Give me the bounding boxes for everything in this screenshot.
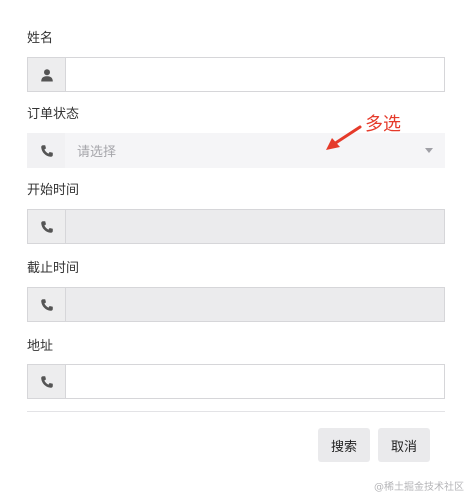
user-icon <box>27 57 65 92</box>
search-button[interactable]: 搜索 <box>318 428 370 462</box>
watermark: @稀土掘金技术社区 <box>374 482 464 493</box>
end-time-group <box>27 287 445 322</box>
phone-icon <box>27 209 65 244</box>
name-input-group <box>27 57 445 92</box>
start-time-label: 开始时间 <box>27 183 80 198</box>
name-label: 姓名 <box>27 31 54 46</box>
address-label: 地址 <box>27 339 54 354</box>
start-time-input[interactable] <box>65 209 445 244</box>
annotation-text: 多选 <box>365 114 401 135</box>
cancel-button[interactable]: 取消 <box>378 428 430 462</box>
phone-icon <box>27 133 65 168</box>
end-time-label: 截止时间 <box>27 261 80 276</box>
form-divider <box>27 411 445 412</box>
address-input[interactable] <box>65 364 445 399</box>
name-input[interactable] <box>65 57 445 92</box>
phone-icon <box>27 287 65 322</box>
order-status-placeholder: 请选择 <box>77 145 117 160</box>
address-group <box>27 364 445 399</box>
order-status-label: 订单状态 <box>27 107 80 122</box>
phone-icon <box>27 364 65 399</box>
start-time-group <box>27 209 445 244</box>
end-time-input[interactable] <box>65 287 445 322</box>
